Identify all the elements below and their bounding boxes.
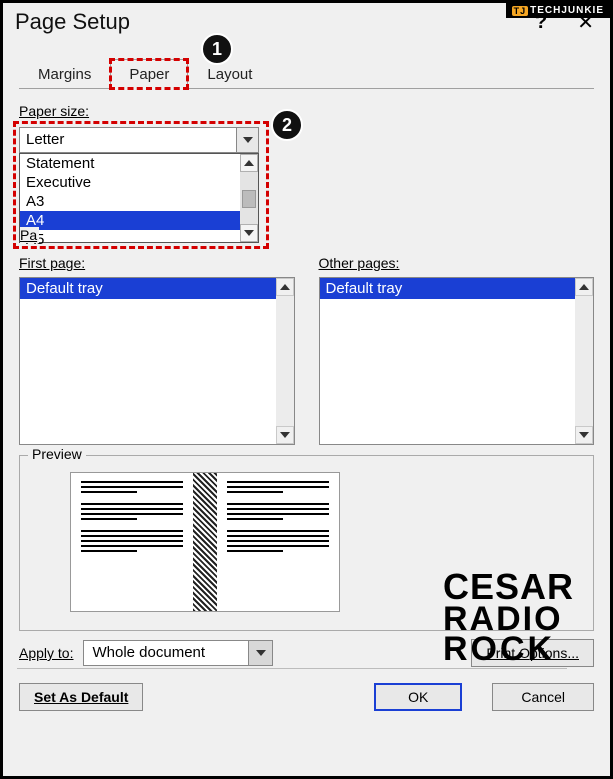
scroll-down-icon[interactable] [276, 426, 294, 444]
scroll-thumb[interactable] [242, 190, 256, 208]
first-page-listbox[interactable]: Default tray [19, 277, 295, 445]
page-setup-dialog: TJ TECHJUNKIE Page Setup ? ✕ Margins Pap… [0, 0, 613, 779]
techjunkie-watermark: TJ TECHJUNKIE [506, 3, 610, 18]
paper-size-combo[interactable]: Letter [19, 127, 259, 153]
paper-size-option[interactable]: A5 [20, 230, 258, 249]
scroll-up-icon[interactable] [276, 278, 294, 296]
apply-to-label: Apply to: [19, 645, 73, 661]
preview-group: Preview [19, 455, 594, 631]
listbox-scrollbar[interactable] [276, 278, 294, 444]
tab-paper[interactable]: Paper [110, 59, 188, 89]
tj-text: TECHJUNKIE [530, 5, 604, 16]
other-pages-listbox[interactable]: Default tray [319, 277, 595, 445]
other-pages-option[interactable]: Default tray [320, 278, 594, 299]
print-options-button[interactable]: Print Options... [471, 639, 594, 667]
paper-size-option[interactable]: A3 [20, 192, 258, 211]
ok-button[interactable]: OK [374, 683, 462, 711]
annotation-badge-1: 1 [201, 33, 233, 65]
paper-size-value: Letter [20, 128, 236, 152]
paper-size-dropdown-list[interactable]: Statement Executive A3 A4 A5 Pa [19, 153, 259, 243]
preview-page-left [71, 473, 193, 611]
tab-margins[interactable]: Margins [19, 59, 110, 88]
paper-size-option-selected[interactable]: A4 [20, 211, 258, 230]
paper-source-label-fragment: Pa [20, 227, 39, 243]
preview-label: Preview [28, 446, 86, 462]
paper-size-option[interactable]: Statement [20, 154, 258, 173]
preview-book-spine [193, 473, 217, 611]
apply-to-value: Whole document [84, 641, 248, 665]
tj-badge: TJ [512, 6, 529, 16]
paper-size-dropdown-button[interactable] [236, 128, 258, 152]
first-page-option[interactable]: Default tray [20, 278, 294, 299]
apply-to-dropdown-button[interactable] [248, 641, 272, 665]
chevron-down-icon [256, 650, 266, 656]
listbox-scrollbar[interactable] [575, 278, 593, 444]
annotation-badge-2: 2 [271, 109, 303, 141]
paper-size-area: 2 Letter Statement Executive A3 A4 A5 Pa [19, 127, 594, 243]
scroll-up-icon[interactable] [575, 278, 593, 296]
cancel-button[interactable]: Cancel [492, 683, 594, 711]
scroll-down-icon[interactable] [240, 224, 258, 242]
scroll-up-icon[interactable] [240, 154, 258, 172]
apply-to-combo[interactable]: Whole document [83, 640, 273, 666]
scroll-down-icon[interactable] [575, 426, 593, 444]
page-title: Page Setup [15, 9, 130, 35]
tab-layout[interactable]: Layout [188, 59, 271, 88]
paper-size-label: Paper size: [19, 103, 89, 119]
paper-size-option[interactable]: Executive [20, 173, 258, 192]
preview-page-right [217, 473, 339, 611]
first-page-label: First page: [19, 255, 85, 271]
dropdown-scrollbar[interactable] [240, 154, 258, 242]
set-as-default-button[interactable]: Set As Default [19, 683, 143, 711]
tab-paper-label: Paper [129, 66, 169, 83]
preview-book [70, 472, 340, 612]
tab-strip: Margins Paper Layout 1 [19, 59, 594, 89]
other-pages-label: Other pages: [319, 255, 400, 271]
chevron-down-icon [243, 137, 253, 143]
